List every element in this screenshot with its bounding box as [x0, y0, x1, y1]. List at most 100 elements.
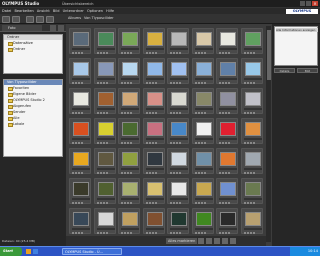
thumbnail[interactable] [216, 208, 238, 234]
thumbnail[interactable] [93, 148, 116, 174]
thumbnail[interactable] [142, 58, 165, 84]
thumbnail[interactable] [118, 178, 140, 204]
thumbnail[interactable] [93, 118, 116, 144]
thumbnail[interactable] [93, 178, 116, 204]
thumbnail[interactable] [240, 58, 263, 84]
thumbnail[interactable] [240, 178, 263, 204]
thumbnail[interactable] [167, 208, 189, 234]
thumbnail[interactable] [216, 28, 238, 54]
thumbnail[interactable] [93, 58, 116, 84]
thumbnail-badge-icon [78, 142, 80, 144]
thumbnail[interactable] [69, 88, 91, 114]
thumbnail[interactable] [167, 88, 189, 114]
thumbnail[interactable] [167, 58, 189, 84]
thumbnail[interactable] [167, 178, 189, 204]
ie-icon[interactable] [33, 249, 38, 254]
thumbnail[interactable] [118, 148, 140, 174]
thumbnail-badge-icon [72, 82, 74, 84]
thumbnail[interactable] [118, 88, 140, 114]
breadcrumb-albums[interactable]: Albums [68, 16, 81, 20]
thumbnail-icons [72, 111, 90, 114]
view-tab[interactable]: Foto [2, 25, 42, 31]
thumbnail[interactable] [191, 88, 214, 114]
thumbnail[interactable] [118, 58, 140, 84]
thumbnail[interactable] [69, 178, 91, 204]
rotate-left-icon[interactable] [198, 238, 204, 244]
thumbnail[interactable] [216, 88, 238, 114]
select-all-button[interactable]: Alles markieren [166, 238, 198, 244]
thumbnail[interactable] [167, 118, 189, 144]
thumbnail-image [146, 182, 163, 196]
close-icon[interactable]: × [312, 1, 318, 6]
thumbnail[interactable] [240, 148, 263, 174]
thumbnail-image [122, 92, 138, 106]
import-button[interactable] [26, 15, 34, 23]
thumbnail[interactable] [191, 28, 214, 54]
thumbnail[interactable] [240, 208, 263, 234]
thumbnail[interactable] [191, 58, 214, 84]
delete-icon[interactable] [230, 238, 236, 244]
quicklaunch-icon[interactable] [26, 249, 31, 254]
thumbnail[interactable] [142, 178, 165, 204]
thumbnail[interactable] [240, 118, 263, 144]
print-button[interactable] [46, 15, 54, 23]
thumbnail[interactable] [216, 58, 238, 84]
thumbnail[interactable] [142, 28, 165, 54]
thumbnail[interactable] [118, 28, 140, 54]
thumbnail[interactable] [240, 28, 263, 54]
thumbnail[interactable] [216, 118, 238, 144]
thumbnail[interactable] [142, 148, 165, 174]
tree-item[interactable]: Lokale [4, 121, 62, 127]
thumbnail-badge-icon [148, 142, 151, 144]
thumbnail[interactable] [118, 118, 140, 144]
taskbar-task[interactable]: OLYMPUS Studio - Ü... [62, 248, 122, 255]
maximize-icon[interactable] [306, 1, 311, 6]
thumbnail[interactable] [191, 148, 214, 174]
thumbnail-badge-icon [81, 202, 83, 204]
thumbnail[interactable] [93, 88, 116, 114]
thumbnail[interactable] [167, 28, 189, 54]
edit-button[interactable] [36, 15, 44, 23]
thumbnail[interactable] [216, 148, 238, 174]
image-button[interactable]: Bild [297, 68, 318, 73]
thumbnail[interactable] [191, 178, 214, 204]
breadcrumb-current[interactable]: Von Tlyposcilider [84, 16, 114, 20]
scrollbar[interactable] [266, 26, 271, 242]
thumbnail[interactable] [93, 208, 116, 234]
thumbnail[interactable] [167, 148, 189, 174]
minimize-icon[interactable] [300, 1, 305, 6]
thumbnail[interactable] [69, 28, 91, 54]
start-button[interactable]: Start [0, 247, 22, 256]
thumbnail[interactable] [240, 88, 263, 114]
thumbnail[interactable] [142, 118, 165, 144]
thumbnail[interactable] [216, 178, 238, 204]
back-button[interactable] [2, 15, 10, 23]
thumbnail[interactable] [69, 148, 91, 174]
forward-button[interactable] [12, 15, 20, 23]
thumbnail[interactable] [191, 118, 214, 144]
thumbnail[interactable] [69, 118, 91, 144]
thumbnail[interactable] [191, 208, 214, 234]
thumbnail[interactable] [69, 58, 91, 84]
thumbnail[interactable] [142, 208, 165, 234]
thumbnail[interactable] [118, 208, 140, 234]
rotate-right-icon[interactable] [206, 238, 212, 244]
thumbnail-caption [219, 48, 237, 50]
scrollbar-thumb[interactable] [266, 30, 271, 80]
thumbnail-badge-icon [222, 232, 224, 234]
info-item[interactable]: Alle Informationen anzeigen [276, 28, 318, 32]
thumbnail-badge-icon [78, 202, 80, 204]
zoom-icon[interactable] [214, 238, 220, 244]
thumbnail[interactable] [142, 88, 165, 114]
view-icon[interactable] [50, 25, 56, 31]
thumbnail-badge-icon [249, 232, 252, 234]
thumbnail-caption [194, 228, 213, 230]
slideshow-icon[interactable] [222, 238, 228, 244]
thumbnail[interactable] [69, 208, 91, 234]
settings-icon[interactable] [58, 25, 64, 31]
details-button[interactable]: Details [274, 68, 295, 73]
thumbnail-badge-icon [78, 172, 80, 174]
folder-item[interactable]: Ordner [4, 46, 62, 52]
thumbnail-icons [145, 141, 164, 144]
thumbnail[interactable] [93, 28, 116, 54]
